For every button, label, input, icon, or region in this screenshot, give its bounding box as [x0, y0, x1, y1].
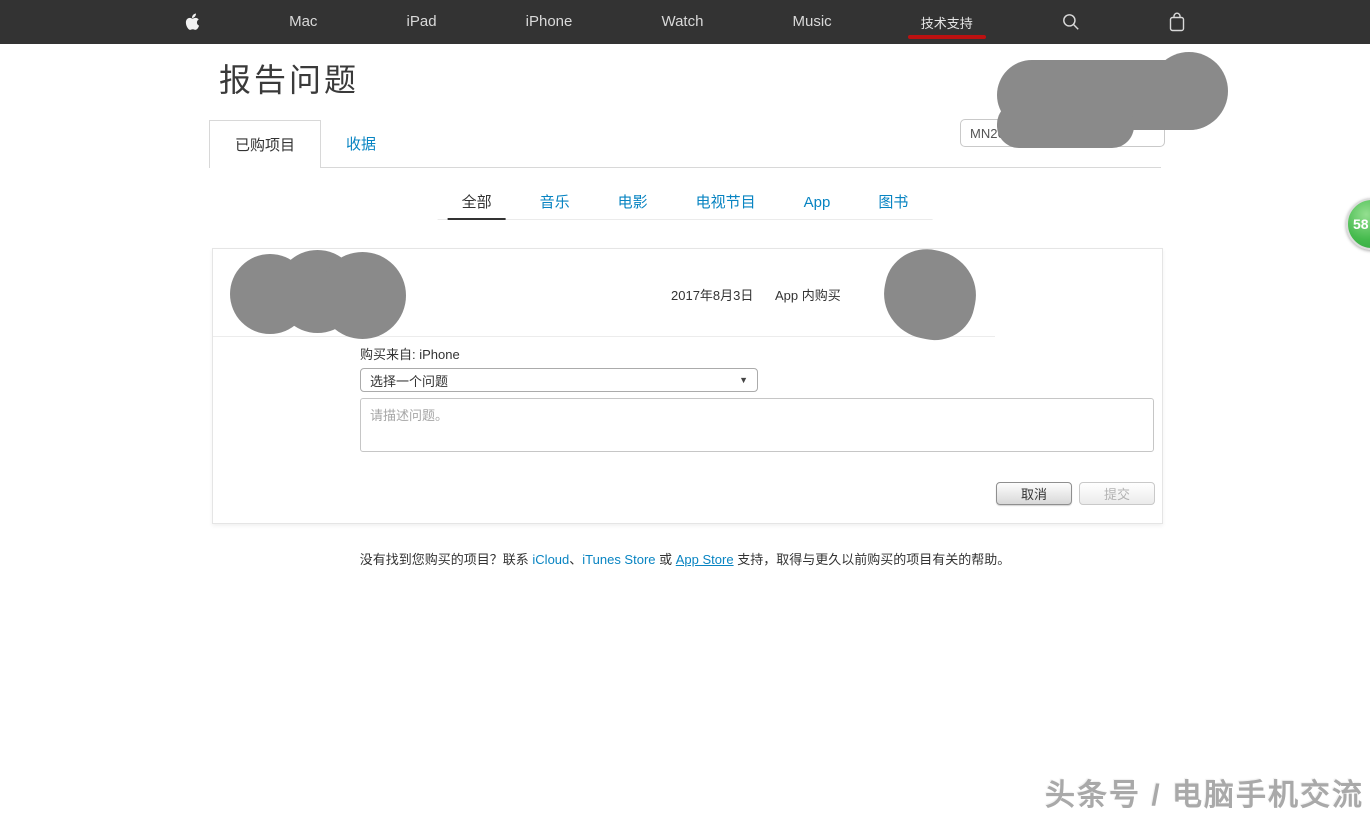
page-title: 报告问题: [219, 58, 359, 102]
nav-item-ipad[interactable]: iPad: [407, 0, 437, 44]
nav-item-support-label: 技术支持: [921, 16, 973, 31]
purchase-date: 2017年8月3日: [671, 285, 753, 304]
subtab-app[interactable]: App: [790, 188, 845, 219]
subtab-all[interactable]: 全部: [448, 188, 506, 220]
support-highlight-underline: [908, 35, 986, 39]
apple-navbar: Mac iPad iPhone Watch Music 技术支持: [0, 0, 1370, 44]
help-text-part2: 支持，取得与更久以前购买的项目有关的帮助。: [734, 552, 1011, 567]
report-problem-page: 报告问题 已购项目 收据 全部 音乐 电影 电视节目 App 图书 2017年8…: [209, 44, 1161, 774]
nav-item-watch[interactable]: Watch: [661, 0, 703, 44]
tab-purchased-items[interactable]: 已购项目: [209, 120, 321, 168]
help-text-sep2: 或: [656, 552, 676, 567]
itunes-store-link[interactable]: iTunes Store: [582, 552, 655, 567]
help-text-sep1: 、: [569, 552, 582, 567]
category-subnav: 全部 音乐 电影 电视节目 App 图书: [438, 188, 933, 220]
nav-item-iphone[interactable]: iPhone: [526, 0, 573, 44]
chat-widget-badge-number: 58: [1353, 216, 1369, 232]
nav-item-mac[interactable]: Mac: [289, 0, 317, 44]
subtab-books[interactable]: 图书: [864, 188, 922, 219]
apple-logo-icon[interactable]: [185, 13, 200, 31]
nav-item-music[interactable]: Music: [793, 0, 832, 44]
redaction-blob-account: [1150, 52, 1228, 130]
submit-button[interactable]: 提交: [1079, 482, 1155, 505]
nav-item-support[interactable]: 技术支持: [921, 13, 973, 32]
tab-receipts[interactable]: 收据: [346, 120, 376, 167]
help-text-part1: 没有找到您购买的项目？联系: [360, 552, 533, 567]
help-text: 没有找到您购买的项目？联系 iCloud、iTunes Store 或 App …: [209, 549, 1161, 568]
search-icon[interactable]: [1062, 13, 1080, 31]
issue-select[interactable]: 选择一个问题 ▼: [360, 368, 758, 392]
redaction-blob-app-name: [319, 252, 406, 339]
purchase-type: App 内购买: [775, 285, 841, 304]
app-store-link[interactable]: App Store: [676, 552, 734, 567]
cancel-button[interactable]: 取消: [996, 482, 1072, 505]
purchase-item-panel: 2017年8月3日 App 内购买 购买来自: iPhone 选择一个问题 ▼ …: [212, 248, 1163, 524]
subtab-movies[interactable]: 电影: [604, 188, 662, 219]
subtab-tv-shows[interactable]: 电视节目: [682, 188, 770, 219]
shopping-bag-icon[interactable]: [1169, 12, 1185, 32]
icloud-link[interactable]: iCloud: [532, 552, 569, 567]
issue-select-value: 选择一个问题: [370, 371, 448, 390]
purchased-from-label: 购买来自: iPhone: [360, 344, 460, 363]
chevron-down-icon: ▼: [739, 375, 748, 385]
redaction-blob-price: [876, 241, 984, 347]
row-divider: [213, 336, 995, 337]
watermark-text: 头条号 / 电脑手机交流: [1045, 770, 1364, 814]
subtab-music[interactable]: 音乐: [526, 188, 584, 219]
redaction-blob-account: [997, 102, 1134, 148]
chat-widget-badge[interactable]: 58: [1346, 198, 1370, 250]
navbar-inner: Mac iPad iPhone Watch Music 技术支持: [185, 0, 1185, 44]
issue-description-textarea[interactable]: [360, 398, 1154, 452]
